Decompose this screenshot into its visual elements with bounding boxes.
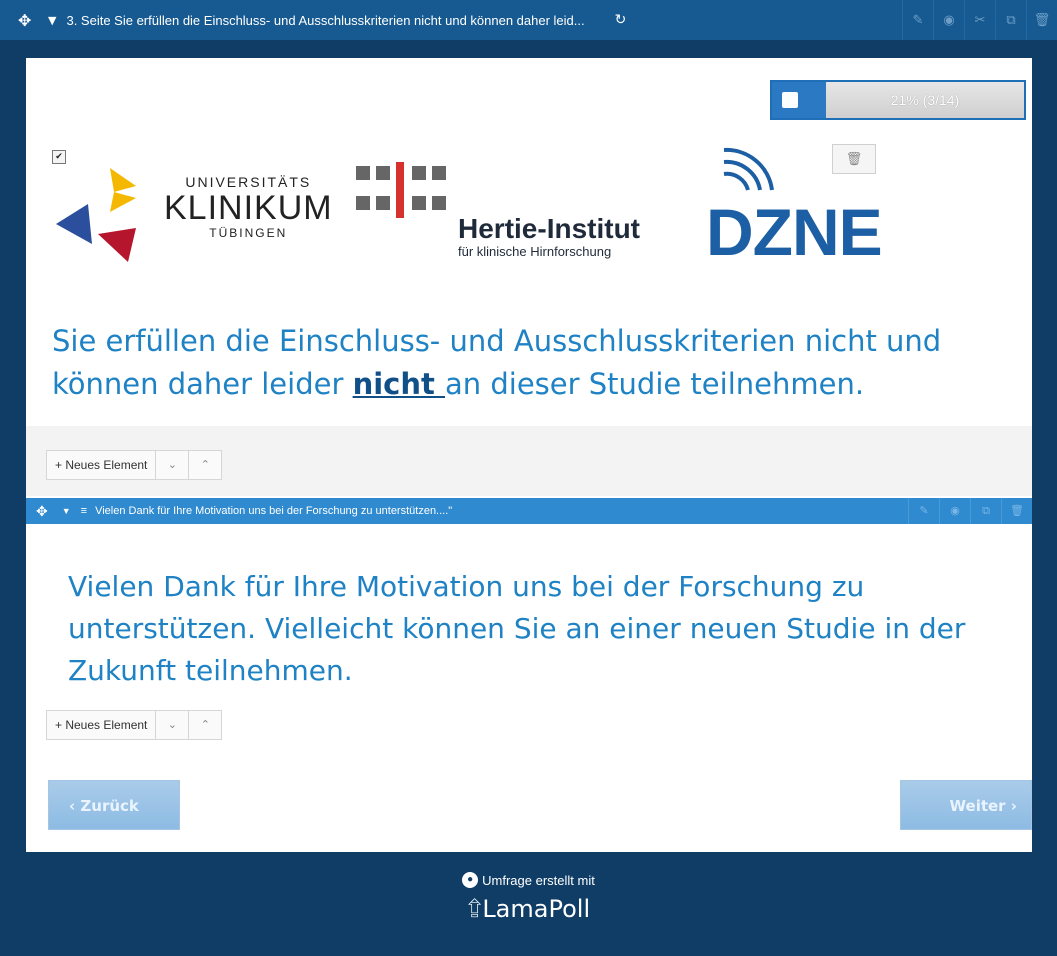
- move-down-button[interactable]: ⌄: [156, 711, 190, 739]
- element-title: Vielen Dank für Ihre Motivation uns bei …: [95, 505, 453, 517]
- exclusion-message: Sie erfüllen die Einschluss- und Ausschl…: [52, 320, 992, 406]
- footer: ● Umfrage erstellt mit ⮸LamaPoll: [0, 872, 1057, 933]
- brand-label: LamaPoll: [482, 895, 591, 923]
- ukt-wordmark: UNIVERSITÄTS KLINIKUM TÜBINGEN: [164, 174, 333, 240]
- chevron-down-icon[interactable]: ▼: [48, 14, 56, 27]
- new-element-button[interactable]: + Neues Element: [47, 711, 157, 739]
- hertie-wordmark: Hertie-Institut für klinische Hirnforsch…: [458, 213, 640, 260]
- lock-icon: ●: [462, 872, 479, 888]
- lamapoll-logo-icon: ⮸: [466, 895, 483, 923]
- new-element-group: + Neues Element ⌄ ⌃: [46, 450, 223, 480]
- exclusion-text-b: an dieser Studie teilnehmen.: [444, 367, 865, 401]
- progress-fill: [772, 82, 826, 118]
- chevron-down-icon[interactable]: ▼: [62, 506, 71, 516]
- element-header-bar: ✥ ▼ ≡ Vielen Dank für Ihre Motivation un…: [26, 498, 1032, 524]
- ukt-logo-mark: [56, 168, 136, 262]
- new-element-button[interactable]: + Neues Element: [47, 451, 157, 479]
- next-button[interactable]: Weiter ›: [900, 780, 1032, 830]
- eye-icon[interactable]: ◉: [933, 0, 964, 40]
- copy-icon[interactable]: ⧉: [970, 498, 1001, 524]
- progress-toggle[interactable]: [782, 92, 798, 108]
- survey-card: 21% (3/14) ✔ 🗑 UNIVERSITÄTS KLINIKUM TÜB…: [26, 58, 1032, 852]
- move-up-button[interactable]: ⌃: [189, 711, 221, 739]
- hertie-logo-mark: [356, 162, 446, 218]
- footer-made-label: Umfrage erstellt mit: [482, 872, 595, 888]
- edit-icon[interactable]: ✎: [908, 498, 939, 524]
- move-up-button[interactable]: ⌃: [189, 451, 221, 479]
- new-element-group-2: + Neues Element ⌄ ⌃: [46, 710, 223, 740]
- move-icon[interactable]: ✥: [18, 11, 38, 30]
- hertie-line1: Hertie-Institut: [458, 213, 640, 244]
- logo-banner: UNIVERSITÄTS KLINIKUM TÜBINGEN Hertie-In…: [52, 147, 902, 269]
- spinner-icon: ↻: [614, 12, 627, 28]
- text-block-icon: ≡: [80, 505, 88, 517]
- trash-icon[interactable]: 🗑: [1001, 498, 1032, 524]
- element-toolbar: ✎ ◉ ⧉ 🗑: [908, 498, 1032, 524]
- progress-label: 21% (3/14): [826, 82, 1024, 118]
- dzne-wordmark: DZNE: [706, 195, 883, 269]
- move-down-button[interactable]: ⌄: [156, 451, 190, 479]
- back-button[interactable]: ‹ Zurück: [48, 780, 180, 830]
- copy-icon[interactable]: ⧉: [995, 0, 1026, 40]
- signal-icon: [723, 147, 774, 191]
- lamapoll-brand[interactable]: ⮸LamaPoll: [0, 892, 1057, 933]
- edit-icon[interactable]: ✎: [902, 0, 933, 40]
- thank-you-message: Vielen Dank für Ihre Motivation uns bei …: [68, 570, 966, 687]
- eye-icon[interactable]: ◉: [939, 498, 970, 524]
- ukt-line2: KLINIKUM: [164, 189, 333, 227]
- ukt-line3: TÜBINGEN: [209, 226, 288, 240]
- trash-icon[interactable]: 🗑: [1026, 0, 1057, 40]
- page-title: 3. Seite Sie erfüllen die Einschluss- un…: [66, 12, 585, 28]
- ukt-line1: UNIVERSITÄTS: [185, 174, 312, 190]
- page-header-bar: ✥ ▼ 3. Seite Sie erfüllen die Einschluss…: [0, 0, 1057, 40]
- page-toolbar: ✎ ◉ ✂ ⧉ 🗑: [902, 0, 1057, 40]
- footer-made-with: ● Umfrage erstellt mit: [0, 872, 1057, 888]
- hertie-line2: für klinische Hirnforschung: [458, 244, 612, 259]
- progress-bar: 21% (3/14): [770, 80, 1026, 120]
- exclusion-emphasis: nicht: [352, 367, 445, 401]
- cut-icon[interactable]: ✂: [964, 0, 995, 40]
- move-icon[interactable]: ✥: [36, 503, 48, 520]
